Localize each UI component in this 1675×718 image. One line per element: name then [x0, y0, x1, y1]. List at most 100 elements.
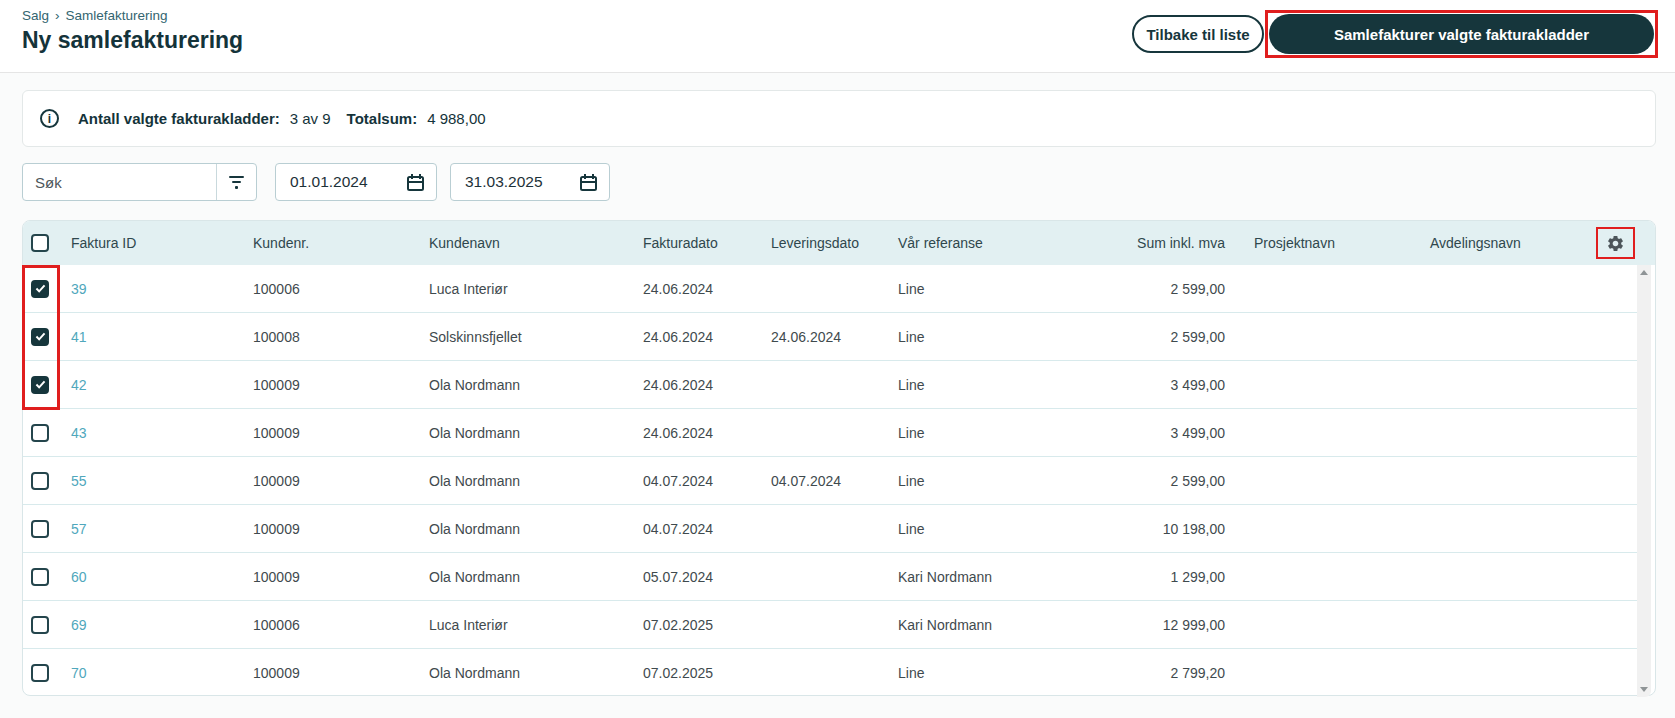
table-body: 39 100006 Luca Interiør 24.06.2024 Line … — [23, 265, 1655, 695]
table-row: 60 100009 Ola Nordmann 05.07.2024 Kari N… — [23, 553, 1638, 601]
column-header-leveringsdato[interactable]: Leveringsdato — [771, 235, 898, 251]
cell-kundenr: 100008 — [253, 329, 429, 345]
date-to-field[interactable]: 31.03.2025 — [450, 163, 610, 201]
breadcrumb: Salg › Samlefakturering — [22, 8, 168, 23]
column-header-faktura-id[interactable]: Faktura ID — [71, 235, 253, 251]
cell-kundenavn: Solskinnsfjellet — [429, 329, 643, 345]
cell-sum-inkl-mva: 10 198,00 — [1031, 521, 1225, 537]
breadcrumb-samlefakturering: Samlefakturering — [66, 8, 168, 23]
cell-sum-inkl-mva: 1 299,00 — [1031, 569, 1225, 585]
row-checkbox[interactable] — [31, 568, 49, 586]
column-header-prosjektnavn[interactable]: Prosjektnavn — [1225, 235, 1430, 251]
row-checkbox[interactable] — [31, 664, 49, 682]
faktura-id-link[interactable]: 60 — [71, 569, 87, 585]
cell-kundenr: 100006 — [253, 281, 429, 297]
cell-kundenavn: Ola Nordmann — [429, 569, 643, 585]
row-checkbox[interactable] — [31, 616, 49, 634]
row-checkbox[interactable] — [31, 280, 49, 298]
cell-kundenr: 100009 — [253, 473, 429, 489]
column-header-fakturadato[interactable]: Fakturadato — [643, 235, 771, 251]
cell-sum-inkl-mva: 12 999,00 — [1031, 617, 1225, 633]
table-rows: 39 100006 Luca Interiør 24.06.2024 Line … — [23, 265, 1655, 697]
scroll-up-arrow[interactable] — [1640, 270, 1648, 275]
cell-var-referanse: Line — [898, 473, 1031, 489]
cell-kundenr: 100009 — [253, 377, 429, 393]
cell-fakturadato: 24.06.2024 — [643, 377, 771, 393]
cell-fakturadato: 04.07.2024 — [643, 521, 771, 537]
cell-sum-inkl-mva: 2 599,00 — [1031, 329, 1225, 345]
cell-var-referanse: Line — [898, 521, 1031, 537]
cell-sum-inkl-mva: 3 499,00 — [1031, 377, 1225, 393]
column-header-kundenr[interactable]: Kundenr. — [253, 235, 429, 251]
cell-kundenavn: Luca Interiør — [429, 617, 643, 633]
cell-sum-inkl-mva: 2 599,00 — [1031, 281, 1225, 297]
table-row: 57 100009 Ola Nordmann 04.07.2024 Line 1… — [23, 505, 1638, 553]
faktura-id-link[interactable]: 69 — [71, 617, 87, 633]
breadcrumb-salg[interactable]: Salg — [22, 8, 49, 23]
cell-var-referanse: Line — [898, 329, 1031, 345]
column-header-kundenavn[interactable]: Kundenavn — [429, 235, 643, 251]
date-to-value: 31.03.2025 — [465, 173, 543, 191]
calendar-icon[interactable] — [407, 174, 424, 191]
faktura-id-link[interactable]: 42 — [71, 377, 87, 393]
cell-kundenavn: Ola Nordmann — [429, 521, 643, 537]
faktura-id-link[interactable]: 43 — [71, 425, 87, 441]
cell-kundenr: 100009 — [253, 521, 429, 537]
cell-kundenavn: Luca Interiør — [429, 281, 643, 297]
info-count-value: 3 av 9 — [290, 110, 331, 127]
cell-kundenavn: Ola Nordmann — [429, 425, 643, 441]
faktura-id-link[interactable]: 70 — [71, 665, 87, 681]
row-checkbox[interactable] — [31, 520, 49, 538]
faktura-id-link[interactable]: 39 — [71, 281, 87, 297]
cell-var-referanse: Line — [898, 425, 1031, 441]
row-checkbox[interactable] — [31, 472, 49, 490]
cell-kundenr: 100006 — [253, 617, 429, 633]
table-row: 55 100009 Ola Nordmann 04.07.2024 04.07.… — [23, 457, 1638, 505]
faktura-id-link[interactable]: 55 — [71, 473, 87, 489]
cell-sum-inkl-mva: 3 499,00 — [1031, 425, 1225, 441]
page-title: Ny samlefakturering — [22, 27, 243, 54]
tilbake-til-liste-button[interactable]: Tilbake til liste — [1132, 15, 1264, 53]
cell-kundenr: 100009 — [253, 665, 429, 681]
breadcrumb-separator: › — [55, 8, 60, 23]
vertical-scrollbar[interactable] — [1637, 265, 1651, 697]
samlefakturer-button[interactable]: Samlefakturer valgte fakturakladder — [1269, 14, 1654, 54]
cell-var-referanse: Line — [898, 665, 1031, 681]
faktura-id-link[interactable]: 57 — [71, 521, 87, 537]
cell-sum-inkl-mva: 2 799,20 — [1031, 665, 1225, 681]
info-total-value: 4 988,00 — [427, 110, 485, 127]
row-checkbox[interactable] — [31, 376, 49, 394]
search-input[interactable] — [23, 164, 216, 200]
cell-var-referanse: Kari Nordmann — [898, 617, 1031, 633]
scroll-down-arrow[interactable] — [1640, 687, 1648, 692]
faktura-id-link[interactable]: 41 — [71, 329, 87, 345]
gear-annotation — [1596, 227, 1635, 259]
row-checkbox[interactable] — [31, 328, 49, 346]
date-from-field[interactable]: 01.01.2024 — [275, 163, 437, 201]
filter-icon[interactable] — [217, 176, 256, 189]
column-header-sum-inkl-mva[interactable]: Sum inkl. mva — [1031, 235, 1225, 251]
cell-var-referanse: Line — [898, 377, 1031, 393]
cell-kundenr: 100009 — [253, 425, 429, 441]
cell-kundenavn: Ola Nordmann — [429, 377, 643, 393]
cell-fakturadato: 07.02.2025 — [643, 617, 771, 633]
cell-sum-inkl-mva: 2 599,00 — [1031, 473, 1225, 489]
cell-var-referanse: Kari Nordmann — [898, 569, 1031, 585]
cell-var-referanse: Line — [898, 281, 1031, 297]
cell-kundenavn: Ola Nordmann — [429, 473, 643, 489]
cell-fakturadato: 24.06.2024 — [643, 425, 771, 441]
cell-fakturadato: 24.06.2024 — [643, 281, 771, 297]
column-header-avdelingsnavn[interactable]: Avdelingsnavn — [1430, 235, 1577, 251]
info-icon: i — [40, 109, 59, 128]
table-row: 69 100006 Luca Interiør 07.02.2025 Kari … — [23, 601, 1638, 649]
cell-leveringsdato: 04.07.2024 — [771, 473, 898, 489]
column-header-var-referanse[interactable]: Vår referanse — [898, 235, 1031, 251]
cell-kundenavn: Ola Nordmann — [429, 665, 643, 681]
calendar-icon[interactable] — [580, 174, 597, 191]
settings-gear-icon[interactable] — [1606, 234, 1625, 253]
table-row: 70 100009 Ola Nordmann 07.02.2025 Line 2… — [23, 649, 1638, 697]
primary-button-annotation: Samlefakturer valgte fakturakladder — [1265, 10, 1658, 58]
select-all-checkbox[interactable] — [31, 234, 49, 252]
row-checkbox[interactable] — [31, 424, 49, 442]
table-row: 42 100009 Ola Nordmann 24.06.2024 Line 3… — [23, 361, 1638, 409]
